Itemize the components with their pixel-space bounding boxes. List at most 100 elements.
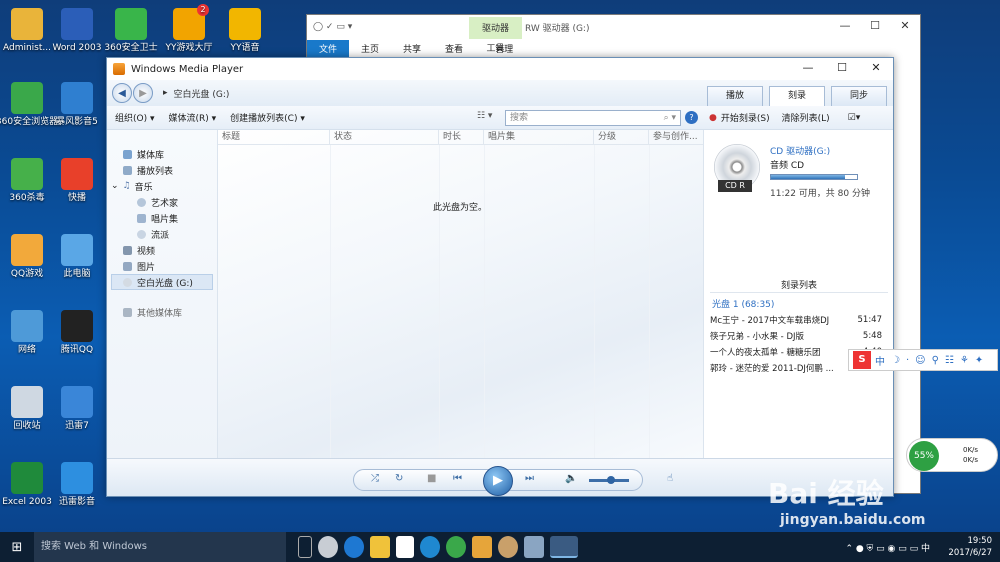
clock-date: 2017/6/27 [948, 548, 992, 558]
column-length[interactable]: 时长 [439, 130, 484, 144]
tab-home[interactable]: 主页 [349, 40, 391, 57]
command-bar: 组织(O) ▾ 媒体流(R) ▾ 创建播放列表(C) ▾ ☷ ▾ 搜索 ⌕ ▾ ? [107, 106, 703, 130]
taskbar: ⊞ 搜索 Web 和 Windows ⌃ ● ⛨ ▭ ◉ ▭ ▭ 中 19:50… [0, 532, 1000, 562]
360-browser-icon[interactable] [446, 536, 466, 558]
column-contributing[interactable]: 参与创作... [649, 130, 703, 144]
tab-burn[interactable]: 刻录 [769, 86, 825, 106]
start-burn-button[interactable]: 开始刻录(S) [721, 111, 770, 124]
desktop-app-icon [61, 158, 93, 190]
desktop-app-icon [11, 8, 43, 40]
desktop-icon[interactable]: 此电脑 [45, 234, 109, 280]
context-tab-drive-tools[interactable]: 驱动器工具 [469, 17, 522, 54]
column-divider [594, 145, 595, 458]
column-status[interactable]: 状态 [330, 130, 439, 144]
store-icon[interactable] [396, 536, 414, 558]
clock[interactable]: 19:50 2017/6/27 [948, 535, 992, 559]
artist-icon [137, 197, 146, 207]
network-speed-widget[interactable]: 55% 0K/s 0K/s [906, 438, 998, 472]
desktop-icon[interactable]: YY语音 [213, 8, 277, 54]
album-icon [137, 213, 146, 223]
play-button[interactable]: ▶ [483, 466, 513, 496]
desktop-icon[interactable]: 360安全卫士 [99, 8, 163, 54]
burn-track-row[interactable]: 筷子兄弟 - 小水果 - DJ版 5:48 [710, 328, 882, 344]
tab-file[interactable]: 文件 [307, 40, 350, 57]
help-icon[interactable]: ? [685, 111, 698, 124]
next-icon[interactable]: ⏭ [525, 473, 534, 484]
shuffle-icon[interactable]: ⤮ [371, 473, 379, 484]
forward-button[interactable]: ▶ [133, 83, 153, 103]
wmp-taskbar-icon[interactable] [550, 536, 578, 558]
minimize-icon[interactable]: — [830, 15, 860, 37]
maximize-icon[interactable]: ☐ [825, 58, 859, 78]
desktop-icon[interactable]: 2 YY游戏大厅 [157, 4, 221, 54]
ime-tools-icon[interactable]: ☽·☺⚲☷⚘✦ [891, 355, 989, 366]
nav-item-genre[interactable]: 流派 [107, 226, 217, 242]
tab-play[interactable]: 播放 [707, 86, 763, 106]
system-tray[interactable]: ⌃ ● ⛨ ▭ ◉ ▭ ▭ 中 [845, 541, 930, 554]
tab-sync[interactable]: 同步 [831, 86, 887, 106]
breadcrumb[interactable]: 空白光盘 (G:) [174, 87, 230, 100]
drive-name[interactable]: CD 驱动器(G:) [770, 144, 830, 157]
column-rating[interactable]: 分级 [594, 130, 649, 144]
desktop-icon[interactable]: 暴风影音5 [45, 82, 109, 128]
maximize-icon[interactable]: ☐ [860, 15, 890, 37]
search-icon[interactable]: ⌕ ▾ [664, 111, 676, 125]
chevron-down-icon: ⌄ [111, 181, 119, 191]
nav-item-music[interactable]: ⌄ ♫ 音乐 [107, 178, 217, 194]
paint-icon[interactable] [524, 536, 544, 558]
edge-icon[interactable] [344, 536, 364, 558]
volume-icon[interactable]: 🔈 [565, 473, 577, 484]
view-options-icon[interactable]: ☷ ▾ [477, 111, 492, 121]
desktop-icon[interactable]: 快播 [45, 158, 109, 204]
repeat-icon[interactable]: ↻ [395, 473, 403, 484]
windows-start-icon[interactable]: ⊞ [0, 532, 34, 562]
burn-track-row[interactable]: Mc王宁 - 2017中文车载串烧DJ 51:47 [710, 312, 882, 328]
one-app-icon[interactable] [498, 536, 518, 558]
nav-item-other-libraries[interactable]: 其他媒体库 [107, 304, 217, 320]
column-title[interactable]: 标题 [218, 130, 330, 144]
wmp-window[interactable]: Windows Media Player — ☐ ✕ ◀ ▶ ▸ 空白光盘 (G… [106, 57, 894, 497]
nav-item-playlists[interactable]: 播放列表 [107, 162, 217, 178]
desktop-icon[interactable]: 迅雷7 [45, 386, 109, 432]
column-album[interactable]: 唱片集 [484, 130, 594, 144]
nav-item-disc[interactable]: 空白光盘 (G:) [111, 274, 213, 290]
watermark-url: jingyan.baidu.com [780, 512, 926, 528]
taskbar-search[interactable]: 搜索 Web 和 Windows [34, 532, 286, 562]
tab-share[interactable]: 共享 [391, 40, 433, 57]
tab-view[interactable]: 查看 [433, 40, 475, 57]
nav-item-artist[interactable]: 艺术家 [107, 194, 217, 210]
tray-ime[interactable]: 中 [921, 544, 930, 554]
ime-mode[interactable]: 中 [875, 353, 885, 368]
nav-item-video[interactable]: 视频 [107, 242, 217, 258]
stop-icon[interactable]: ■ [427, 473, 436, 484]
task-view-icon[interactable] [298, 536, 312, 558]
game-icon[interactable] [472, 536, 492, 558]
close-icon[interactable]: ✕ [890, 15, 920, 37]
close-icon[interactable]: ✕ [859, 58, 893, 78]
nav-item-album[interactable]: 唱片集 [107, 210, 217, 226]
search-input[interactable]: 搜索 ⌕ ▾ [505, 110, 681, 126]
ime-toolbar[interactable]: S 中 ☽·☺⚲☷⚘✦ [848, 349, 998, 371]
nav-item-library[interactable]: 媒体库 [107, 146, 217, 162]
organize-menu[interactable]: 组织(O) ▾ [115, 111, 155, 124]
nav-item-pictures[interactable]: 图片 [107, 258, 217, 274]
burn-options-icon[interactable]: ☑▾ [848, 113, 861, 123]
previous-icon[interactable]: ⏮ [453, 473, 462, 484]
volume-slider-thumb[interactable] [607, 476, 615, 484]
switch-to-now-playing-icon[interactable]: ☝ [667, 473, 673, 484]
clear-list-button[interactable]: 清除列表(L) [782, 111, 830, 124]
create-playlist-menu[interactable]: 创建播放列表(C) ▾ [230, 111, 305, 124]
file-explorer-icon[interactable] [370, 536, 390, 558]
stream-menu[interactable]: 媒体流(R) ▾ [169, 111, 217, 124]
back-button[interactable]: ◀ [112, 83, 132, 103]
desktop-icon-label: 迅雷7 [65, 421, 89, 431]
k-app-icon[interactable] [420, 536, 440, 558]
disc-icon [123, 277, 132, 287]
track-name: 一个人的夜太孤单 - 糖糖乐团 [710, 348, 821, 358]
upload-speed: 0K/s [963, 446, 979, 454]
column-divider [649, 145, 650, 458]
minimize-icon[interactable]: — [791, 58, 825, 78]
explorer-quick-access-icon[interactable]: ◯ ✓ ▭ ▾ [313, 22, 352, 32]
fan-app-icon[interactable] [318, 536, 338, 558]
desktop-icon[interactable]: 腾讯QQ [45, 310, 109, 356]
